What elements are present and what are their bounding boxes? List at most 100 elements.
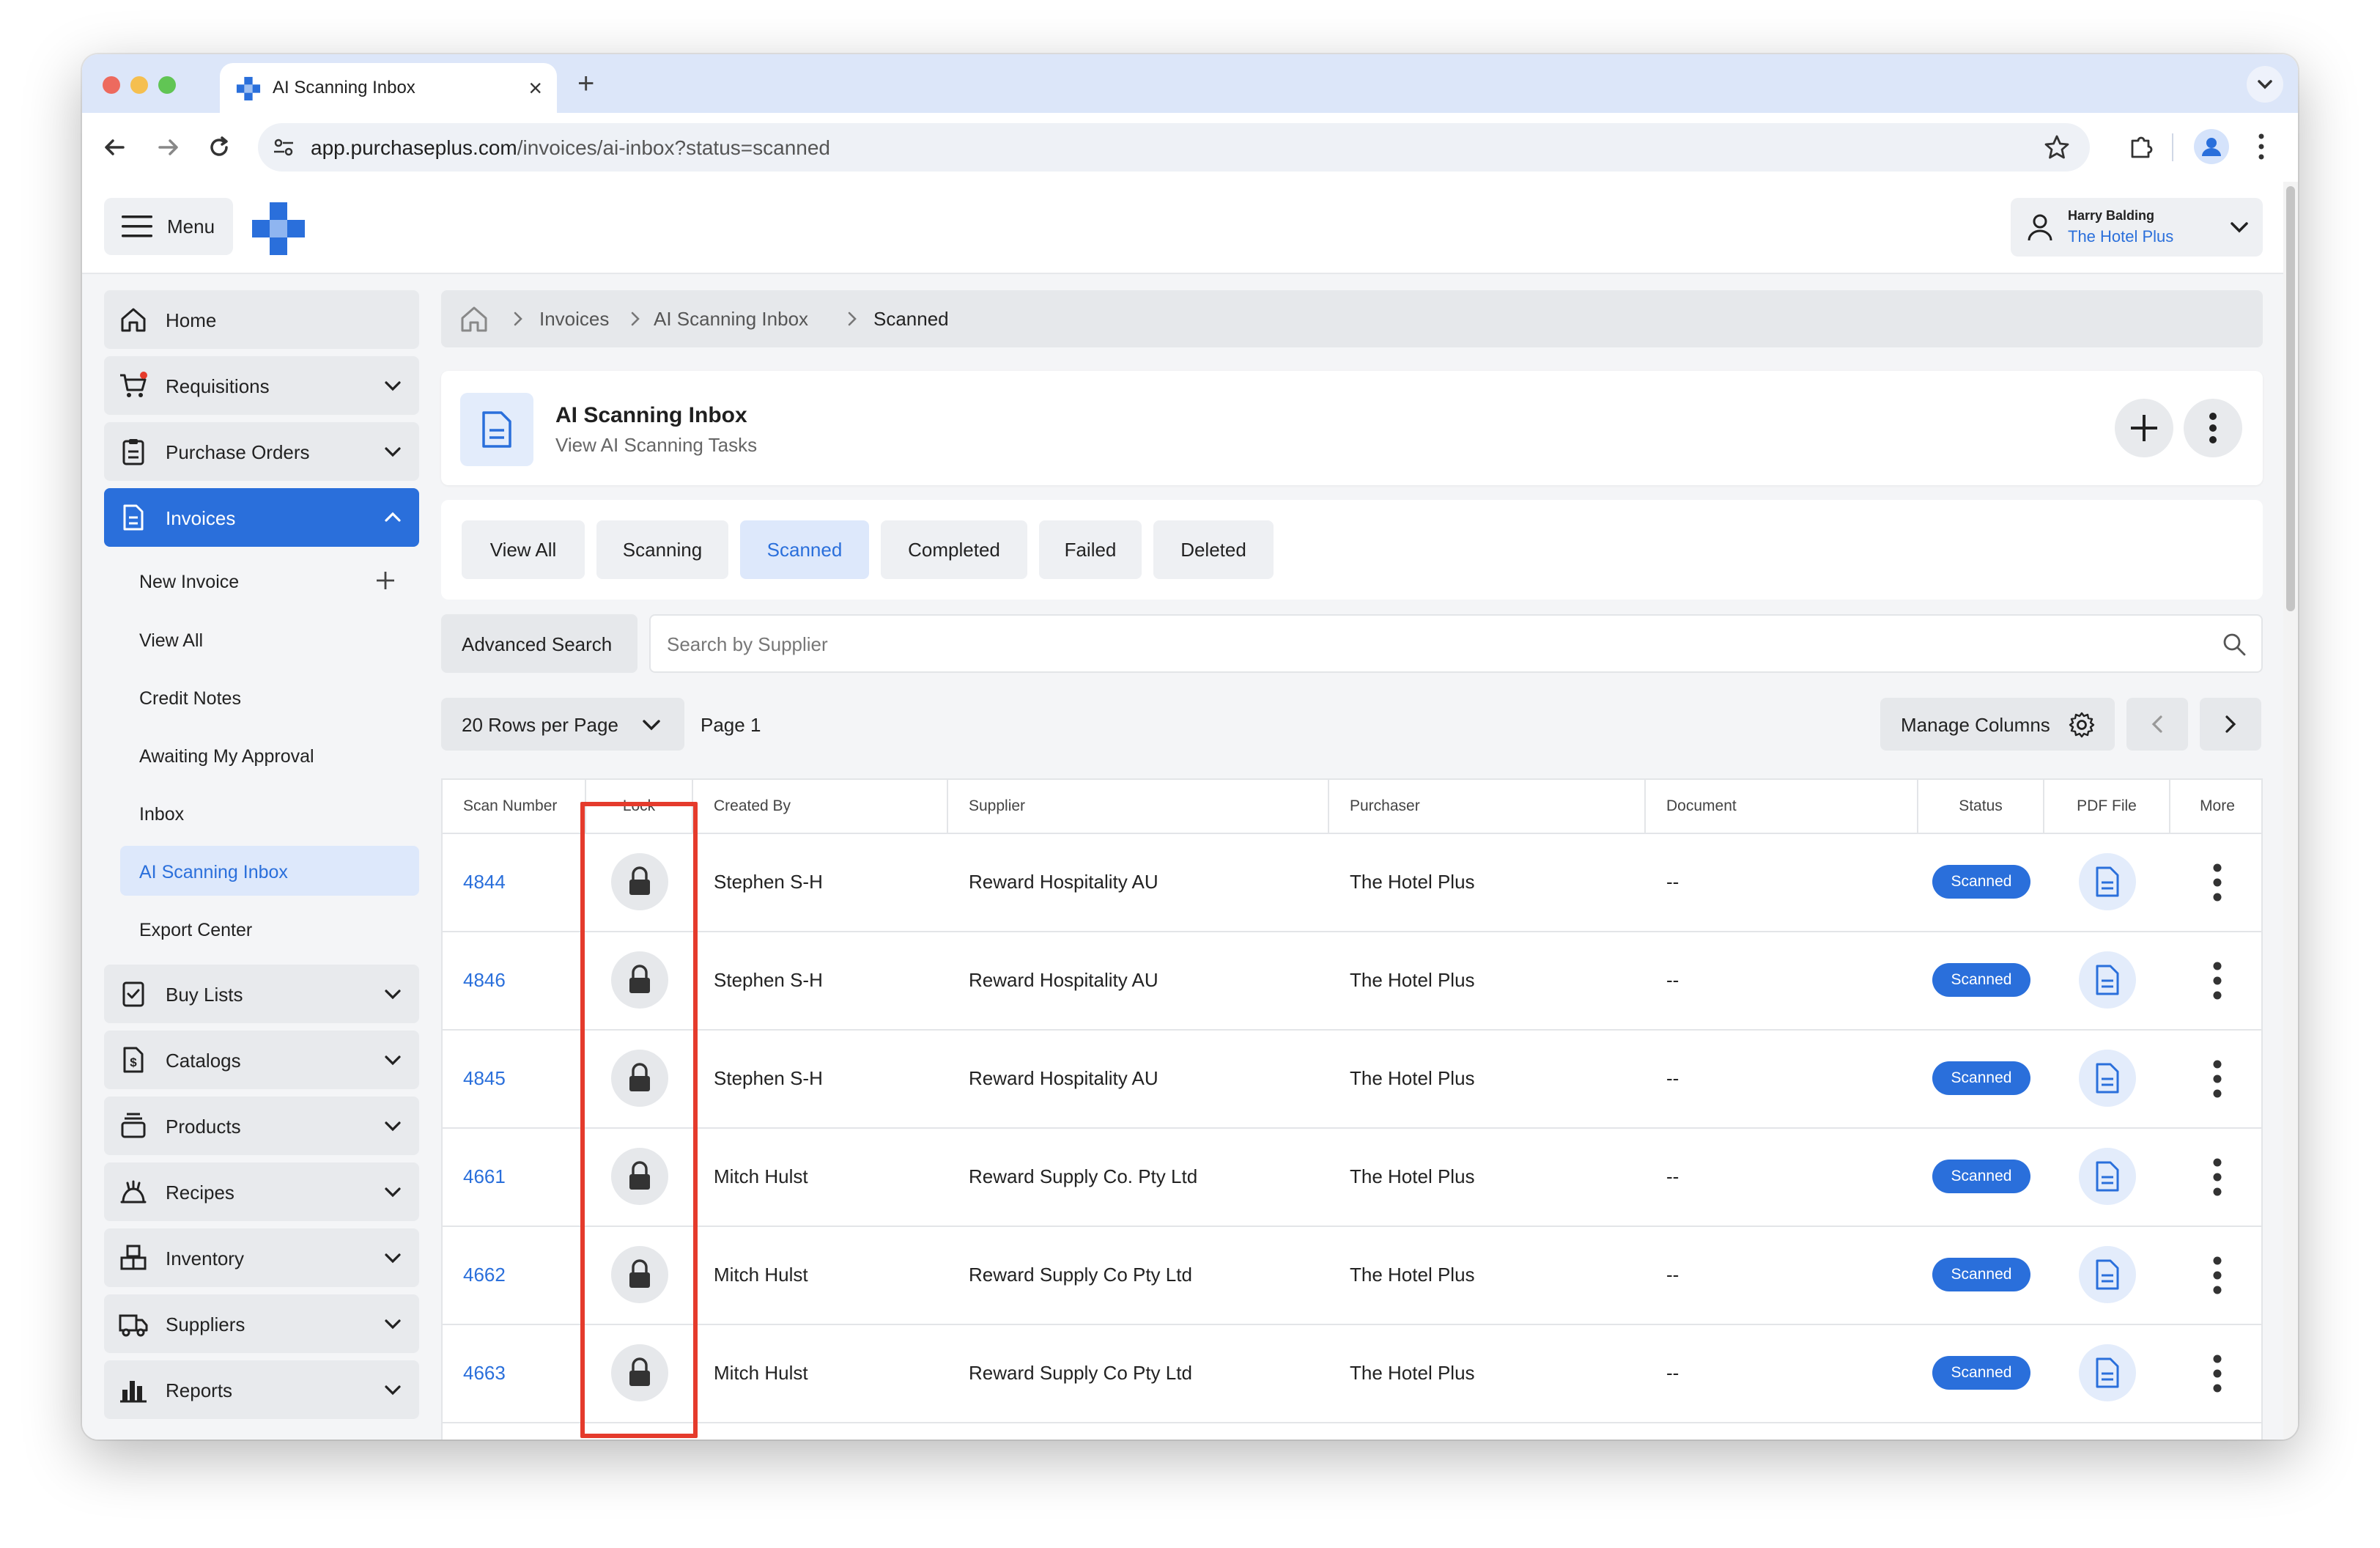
breadcrumb-ai-scanning-inbox[interactable]: AI Scanning Inbox xyxy=(654,308,808,331)
next-page-button[interactable] xyxy=(2200,698,2261,751)
purchaseplus-logo[interactable] xyxy=(251,201,306,257)
row-more-icon[interactable] xyxy=(2210,1057,2225,1101)
pdf-file-button[interactable] xyxy=(2079,1050,2136,1107)
row-more-icon[interactable] xyxy=(2210,1253,2225,1297)
column-header-supplier[interactable]: Supplier xyxy=(948,780,1329,833)
scan-number-link[interactable]: 4662 xyxy=(463,1226,506,1324)
sidebar-item-purchase-orders[interactable]: Purchase Orders xyxy=(104,422,419,481)
table-row[interactable]: 4663 Mitch Hulst Reward Supply Co Pty Ltd T… xyxy=(443,1324,2261,1423)
profile-avatar[interactable] xyxy=(2194,129,2229,164)
scan-number-link[interactable]: 4663 xyxy=(463,1324,506,1422)
pdf-file-button[interactable] xyxy=(2079,853,2136,910)
table-row[interactable]: 4846 Stephen S-H Reward Hospitality AU The … xyxy=(443,931,2261,1031)
kebab-menu-icon[interactable] xyxy=(2254,130,2269,163)
plus-icon[interactable] xyxy=(375,570,396,591)
sidebar-item-recipes[interactable]: Recipes xyxy=(104,1162,419,1221)
forward-arrow-icon[interactable] xyxy=(149,129,186,166)
scrollbar-thumb[interactable] xyxy=(2286,186,2295,611)
manage-columns-button[interactable]: Manage Columns xyxy=(1880,698,2115,751)
user-organisation: The Hotel Plus xyxy=(2068,227,2174,246)
bookmark-star-icon[interactable] xyxy=(2043,133,2071,161)
app-container: Menu Harry Balding The Hotel Plus Home R… xyxy=(82,182,2298,1440)
table-row[interactable]: 4845 Stephen S-H Reward Hospitality AU The … xyxy=(443,1029,2261,1129)
column-header-document[interactable]: Document xyxy=(1646,780,1918,833)
column-header-status[interactable]: Status xyxy=(1918,780,2044,833)
sidebar-subitem-inbox[interactable]: Inbox xyxy=(120,788,419,838)
menu-button[interactable]: Menu xyxy=(104,198,233,255)
kebab-menu-icon xyxy=(2209,413,2217,443)
gear-icon xyxy=(2069,712,2095,738)
extensions-puzzle-icon[interactable] xyxy=(2126,132,2156,161)
sidebar-item-buy-lists[interactable]: Buy Lists xyxy=(104,965,419,1023)
maximize-window-button[interactable] xyxy=(158,76,176,94)
sidebar-item-suppliers[interactable]: Suppliers xyxy=(104,1294,419,1353)
row-more-icon[interactable] xyxy=(2210,1155,2225,1199)
sidebar-subitem-ai-scanning-inbox[interactable]: AI Scanning Inbox xyxy=(120,846,419,896)
sidebar-item-invoices[interactable]: Invoices xyxy=(104,488,419,547)
sidebar-subitem-export-center[interactable]: Export Center xyxy=(120,904,419,954)
close-window-button[interactable] xyxy=(103,76,120,94)
back-arrow-icon[interactable] xyxy=(97,129,133,166)
new-tab-button[interactable]: + xyxy=(577,66,594,101)
minimize-window-button[interactable] xyxy=(130,76,148,94)
sidebar-subitem-awaiting-my-approval[interactable]: Awaiting My Approval xyxy=(120,730,419,780)
tab-scanning[interactable]: Scanning xyxy=(596,520,728,579)
column-header-scan-number[interactable]: Scan Number xyxy=(443,780,586,833)
sidebar-item-catalogs[interactable]: $ Catalogs xyxy=(104,1031,419,1089)
column-header-pdf-file[interactable]: PDF File xyxy=(2044,780,2170,833)
sidebar-item-requisitions[interactable]: Requisitions xyxy=(104,356,419,415)
tab-failed[interactable]: Failed xyxy=(1039,520,1142,579)
previous-page-button[interactable] xyxy=(2126,698,2188,751)
home-icon[interactable] xyxy=(459,303,489,334)
row-more-icon[interactable] xyxy=(2210,1352,2225,1396)
purchaser-cell: The Hotel Plus xyxy=(1350,871,1475,893)
search-input[interactable] xyxy=(665,616,2192,673)
sidebar-subitem-new-invoice[interactable]: New Invoice xyxy=(120,556,419,605)
tab-scanned[interactable]: Scanned xyxy=(740,520,869,579)
document-cell: -- xyxy=(1666,871,1679,893)
search-icon[interactable] xyxy=(2222,632,2247,657)
pdf-file-button[interactable] xyxy=(2079,1148,2136,1205)
table-row[interactable]: 4662 Mitch Hulst Reward Supply Co Pty Ltd T… xyxy=(443,1226,2261,1325)
sidebar-item-home[interactable]: Home xyxy=(104,290,419,349)
chevron-down-icon xyxy=(385,1055,401,1066)
tab-search-button[interactable] xyxy=(2247,66,2283,103)
sidebar-item-products[interactable]: Products xyxy=(104,1096,419,1155)
header-more-button[interactable] xyxy=(2184,399,2242,457)
scan-number-link[interactable]: 4846 xyxy=(463,931,506,1029)
sidebar-item-label: Home xyxy=(166,309,217,331)
tab-deleted[interactable]: Deleted xyxy=(1153,520,1274,579)
scan-number-link[interactable]: 4661 xyxy=(463,1127,506,1226)
row-more-icon[interactable] xyxy=(2210,860,2225,904)
scan-number-link[interactable]: 4845 xyxy=(463,1029,506,1127)
user-account-dropdown[interactable]: Harry Balding The Hotel Plus xyxy=(2011,198,2263,257)
address-bar[interactable]: app.purchaseplus.com/invoices/ai-inbox?s… xyxy=(258,123,2090,172)
site-settings-icon[interactable] xyxy=(271,135,296,160)
add-button[interactable] xyxy=(2115,399,2173,457)
column-header-purchaser[interactable]: Purchaser xyxy=(1329,780,1646,833)
breadcrumb-invoices[interactable]: Invoices xyxy=(539,308,609,331)
browser-tab-active[interactable]: AI Scanning Inbox × xyxy=(220,63,557,113)
pdf-file-button[interactable] xyxy=(2079,951,2136,1009)
scan-number-link[interactable]: 4844 xyxy=(463,833,506,931)
sidebar-subitem-view-all[interactable]: View All xyxy=(120,614,419,664)
table-row[interactable]: 4844 Stephen S-H Reward Hospitality AU The … xyxy=(443,833,2261,932)
advanced-search-button[interactable]: Advanced Search xyxy=(441,614,638,673)
sidebar-item-inventory[interactable]: Inventory xyxy=(104,1228,419,1287)
document-cell: -- xyxy=(1666,969,1679,991)
tab-close-icon[interactable]: × xyxy=(528,73,542,103)
sidebar-subitem-credit-notes[interactable]: Credit Notes xyxy=(120,672,419,722)
chevron-right-icon xyxy=(2225,715,2236,733)
document-icon xyxy=(2096,1063,2119,1094)
tab-completed[interactable]: Completed xyxy=(881,520,1027,579)
pdf-file-button[interactable] xyxy=(2079,1344,2136,1401)
tab-view-all[interactable]: View All xyxy=(462,520,585,579)
pdf-file-button[interactable] xyxy=(2079,1246,2136,1303)
rows-per-page-select[interactable]: 20 Rows per Page xyxy=(441,698,684,751)
column-header-created-by[interactable]: Created By xyxy=(693,780,948,833)
page-scrollbar[interactable] xyxy=(2283,182,2298,1440)
row-more-icon[interactable] xyxy=(2210,959,2225,1003)
sidebar-item-reports[interactable]: Reports xyxy=(104,1360,419,1419)
reload-icon[interactable] xyxy=(201,129,237,166)
table-row[interactable]: 4661 Mitch Hulst Reward Supply Co. Pty Ltd… xyxy=(443,1127,2261,1227)
